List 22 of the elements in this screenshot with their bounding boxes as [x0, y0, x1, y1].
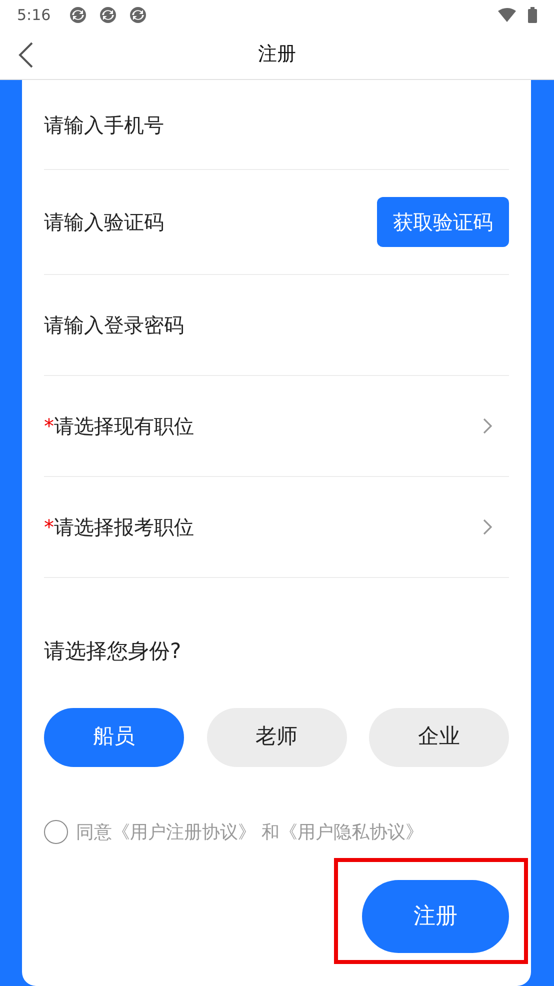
select-field[interactable]: *请选择报考职位 — [44, 477, 509, 577]
status-time: 5:16 — [17, 4, 51, 26]
chevron-icon — [483, 519, 493, 535]
text-field[interactable]: 请输入验证码 — [44, 207, 377, 237]
sync-icon — [68, 6, 87, 24]
agreement-text: 同意《用户注册协议》 和《用户隐私协议》 — [76, 820, 424, 844]
battery-icon — [528, 7, 537, 23]
page-title: 注册 — [258, 42, 296, 68]
role-option[interactable]: 企业 — [369, 708, 509, 766]
text-field[interactable]: 请输入手机号 — [44, 110, 509, 140]
wifi-icon — [498, 8, 516, 22]
sync-icon — [128, 6, 147, 24]
role-option[interactable]: 船员 — [44, 708, 184, 766]
role-option[interactable]: 老师 — [206, 708, 346, 766]
register-button[interactable]: 注册 — [362, 880, 509, 952]
identity-question: 请选择您身份? — [44, 638, 182, 665]
agree-checkbox[interactable] — [44, 820, 68, 844]
chevron-icon — [483, 418, 493, 434]
sync-icon — [98, 6, 117, 24]
get-code-button[interactable]: 获取验证码 — [377, 197, 509, 247]
select-field[interactable]: *请选择现有职位 — [44, 376, 509, 476]
text-field[interactable]: 请输入登录密码 — [44, 310, 509, 340]
